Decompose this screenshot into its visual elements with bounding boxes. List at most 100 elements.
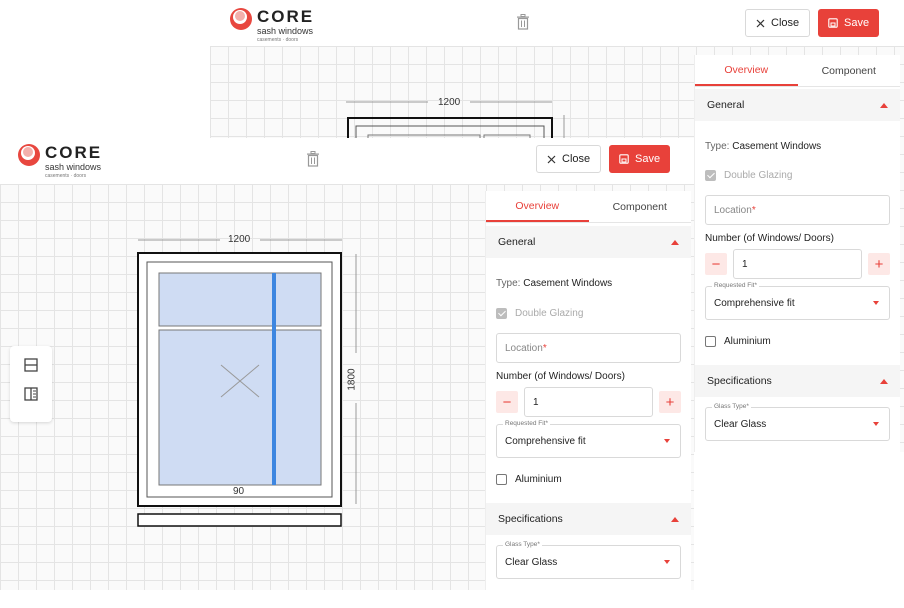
tab-component[interactable]: Component bbox=[798, 55, 901, 86]
requested-fit-value: Comprehensive fit bbox=[714, 297, 795, 309]
save-icon bbox=[619, 154, 629, 164]
type-prefix: Type: bbox=[705, 141, 730, 152]
requested-fit-select[interactable]: Requested Fit* Comprehensive fit bbox=[705, 282, 890, 320]
general-section-header[interactable]: General bbox=[486, 226, 691, 258]
increment-button[interactable]: + bbox=[868, 253, 890, 275]
glass-type-value: Clear Glass bbox=[505, 556, 558, 568]
general-title: General bbox=[498, 236, 536, 248]
collapse-icon bbox=[880, 378, 888, 384]
type-row: Type: Casement Windows bbox=[695, 141, 900, 152]
height-dimension-label: 1800 bbox=[346, 368, 358, 391]
specifications-title: Specifications bbox=[707, 375, 772, 387]
close-button[interactable]: Close bbox=[745, 9, 811, 37]
double-glazing-checkbox[interactable] bbox=[705, 170, 716, 181]
glass-type-select[interactable]: Glass Type* Clear Glass bbox=[705, 403, 890, 441]
save-icon bbox=[828, 18, 838, 28]
location-field[interactable]: Location * bbox=[705, 195, 890, 225]
number-label: Number (of Windows/ Doors) bbox=[496, 371, 625, 382]
close-label: Close bbox=[562, 153, 591, 165]
panel-tabs: Overview Component bbox=[695, 55, 900, 87]
logo-tagline: sash windows bbox=[257, 26, 314, 36]
front-logo: CORE sash windows casements · doors bbox=[18, 144, 102, 179]
type-row: Type: Casement Windows bbox=[486, 278, 691, 289]
double-glazing-row: Double Glazing bbox=[486, 308, 691, 319]
logo-tagline: sash windows bbox=[45, 162, 102, 172]
main-pane bbox=[158, 329, 322, 486]
aluminium-checkbox[interactable] bbox=[705, 336, 716, 347]
location-placeholder: Location bbox=[505, 342, 543, 354]
double-glazing-checkbox[interactable] bbox=[496, 308, 507, 319]
type-prefix: Type: bbox=[496, 278, 521, 289]
aluminium-row: Aluminium bbox=[486, 474, 691, 485]
width-dimension-label: 1200 bbox=[228, 234, 251, 245]
horizontal-split-icon[interactable] bbox=[21, 355, 41, 375]
aluminium-checkbox[interactable] bbox=[496, 474, 507, 485]
chevron-down-icon bbox=[873, 422, 879, 426]
general-section-header[interactable]: General bbox=[695, 89, 900, 121]
chevron-down-icon bbox=[664, 560, 670, 564]
double-glazing-label: Double Glazing bbox=[515, 308, 584, 319]
chevron-down-icon bbox=[873, 301, 879, 305]
double-glazing-label: Double Glazing bbox=[724, 170, 793, 181]
type-value: Casement Windows bbox=[732, 141, 822, 152]
save-button[interactable]: Save bbox=[818, 9, 880, 37]
logo-mark-icon bbox=[230, 8, 252, 30]
top-pane bbox=[158, 272, 322, 327]
location-placeholder: Location bbox=[714, 204, 752, 216]
decrement-button[interactable]: − bbox=[496, 391, 518, 413]
logo-sub: casements · doors bbox=[257, 37, 299, 43]
decrement-button[interactable]: − bbox=[705, 253, 727, 275]
back-properties-panel: Overview Component General Type: Casemen… bbox=[694, 55, 900, 452]
front-view: CORE sash windows casements · doors Clos… bbox=[0, 138, 694, 590]
aluminium-label: Aluminium bbox=[724, 336, 771, 347]
collapse-icon bbox=[880, 102, 888, 108]
requested-fit-select[interactable]: Requested Fit* Comprehensive fit bbox=[496, 420, 681, 458]
close-button[interactable]: Close bbox=[536, 145, 602, 173]
aluminium-label: Aluminium bbox=[515, 474, 562, 485]
requested-fit-value: Comprehensive fit bbox=[505, 435, 586, 447]
tool-palette bbox=[10, 346, 52, 422]
collapse-icon bbox=[671, 516, 679, 522]
double-glazing-row: Double Glazing bbox=[695, 170, 900, 181]
trash-icon[interactable] bbox=[516, 14, 530, 30]
location-field[interactable]: Location * bbox=[496, 333, 681, 363]
tab-overview[interactable]: Overview bbox=[486, 191, 589, 222]
stage: CORE sash windows casements · doors Clos… bbox=[0, 0, 904, 608]
save-label: Save bbox=[635, 153, 661, 165]
trash-icon[interactable] bbox=[306, 151, 320, 167]
required-mark: * bbox=[542, 342, 547, 354]
number-stepper: − 1 + bbox=[695, 249, 900, 279]
number-input[interactable]: 1 bbox=[733, 249, 862, 279]
logo-sub: casements · doors bbox=[45, 173, 87, 179]
type-value: Casement Windows bbox=[523, 278, 613, 289]
panel-tabs: Overview Component bbox=[486, 191, 691, 223]
bottom-dimension-label: 90 bbox=[233, 486, 245, 497]
tab-overview[interactable]: Overview bbox=[695, 55, 798, 86]
collapse-icon bbox=[671, 239, 679, 245]
back-logo: CORE sash windows casements · doors bbox=[230, 8, 314, 43]
sill bbox=[137, 513, 342, 527]
glass-type-label: Glass Type* bbox=[503, 541, 542, 548]
aluminium-row: Aluminium bbox=[695, 336, 900, 347]
logo-core: CORE bbox=[257, 7, 315, 26]
glass-type-select[interactable]: Glass Type* Clear Glass bbox=[496, 541, 681, 579]
logo-mark-icon bbox=[18, 144, 40, 166]
number-input[interactable]: 1 bbox=[524, 387, 653, 417]
increment-button[interactable]: + bbox=[659, 391, 681, 413]
logo-core: CORE bbox=[45, 143, 103, 162]
vertical-split-icon[interactable] bbox=[21, 384, 41, 404]
tab-component[interactable]: Component bbox=[589, 191, 692, 222]
close-icon bbox=[756, 19, 765, 27]
number-label: Number (of Windows/ Doors) bbox=[705, 233, 834, 244]
window-drawing bbox=[137, 239, 357, 527]
general-title: General bbox=[707, 99, 745, 111]
specifications-section-header[interactable]: Specifications bbox=[695, 365, 900, 397]
requested-fit-label: Requested Fit* bbox=[712, 282, 759, 289]
required-mark: * bbox=[751, 204, 756, 216]
mullion-selected bbox=[272, 273, 276, 485]
close-label: Close bbox=[771, 17, 800, 29]
glass-type-label: Glass Type* bbox=[712, 403, 751, 410]
save-button[interactable]: Save bbox=[609, 145, 671, 173]
specifications-section-header[interactable]: Specifications bbox=[486, 503, 691, 535]
requested-fit-label: Requested Fit* bbox=[503, 420, 550, 427]
